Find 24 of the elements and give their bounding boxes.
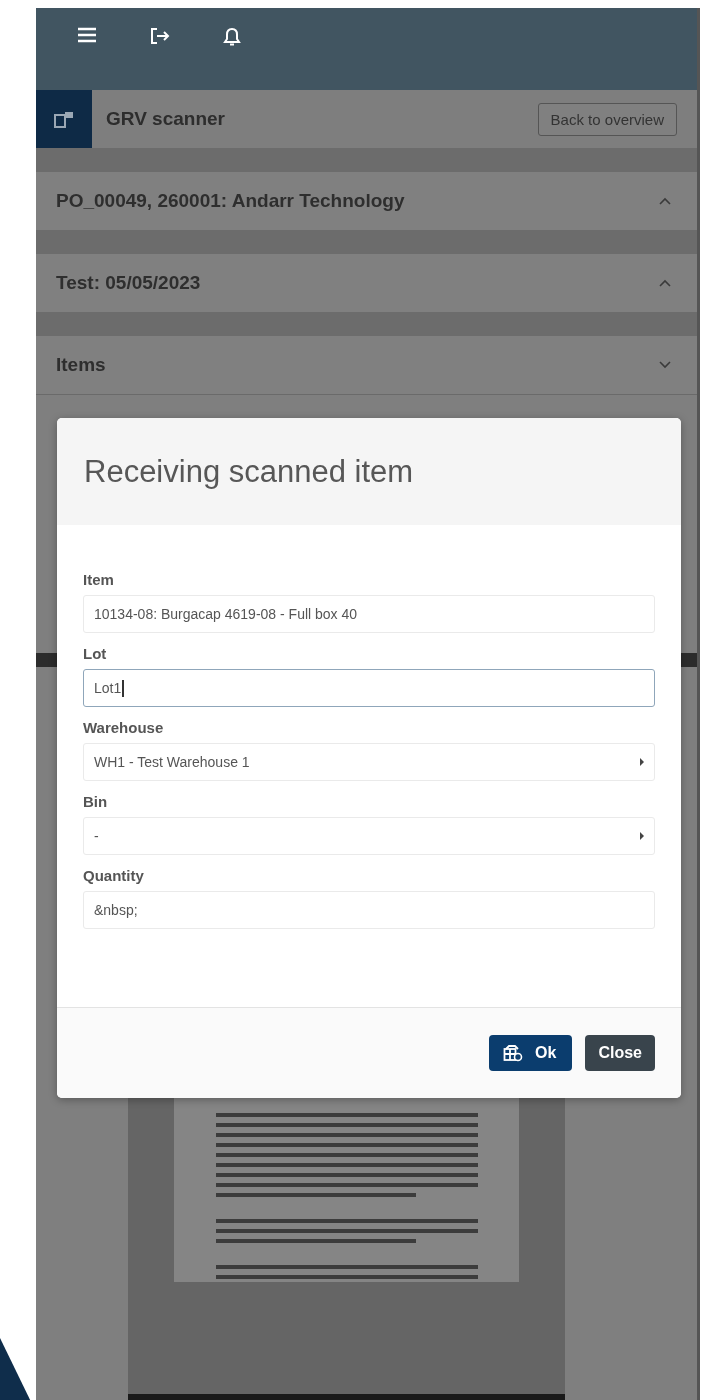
caret-icon	[640, 758, 644, 766]
input-field[interactable]: &nbsp;	[83, 891, 655, 929]
modal-title: Receiving scanned item	[84, 453, 414, 490]
page-title: GRV scanner	[106, 108, 226, 130]
caret-icon	[640, 832, 644, 840]
field-label: Bin	[83, 793, 109, 810]
bell-icon[interactable]	[223, 27, 241, 47]
dropdown-field[interactable]: -	[83, 817, 655, 855]
scanner-icon	[36, 90, 92, 148]
logout-icon[interactable]	[149, 27, 171, 45]
menu-icon[interactable]	[77, 27, 97, 43]
input-field[interactable]: 10134-08: Burgacap 4619-08 - Full box 40	[83, 595, 655, 633]
chevron-down-icon	[659, 361, 671, 369]
input-field[interactable]: Lot1	[83, 669, 655, 707]
field-label: Item	[83, 571, 115, 588]
chevron-up-icon	[659, 197, 671, 205]
box-icon	[503, 1044, 524, 1062]
close-button[interactable]: Close	[585, 1035, 655, 1071]
field-label: Quantity	[83, 867, 145, 884]
field-label: Warehouse	[83, 719, 165, 736]
field-label: Lot	[83, 645, 108, 662]
chevron-up-icon	[659, 279, 671, 287]
dropdown-field[interactable]: WH1 - Test Warehouse 1	[83, 743, 655, 781]
ok-button[interactable]: Ok	[489, 1035, 573, 1071]
